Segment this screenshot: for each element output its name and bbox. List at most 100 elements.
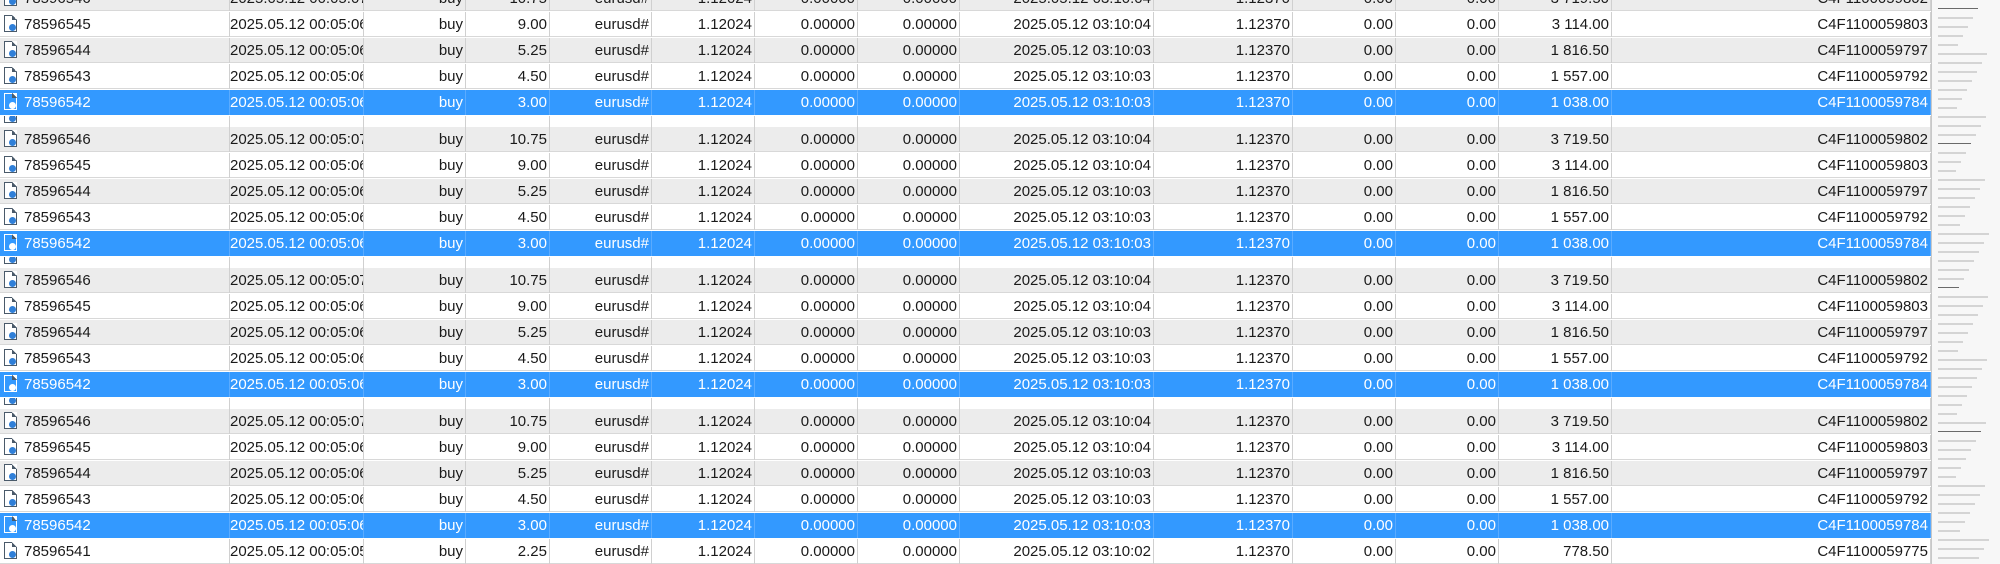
cell-tp: 0.00000 xyxy=(858,0,960,11)
thumbnail-line xyxy=(1938,107,1957,109)
cell-symbol: eurusd# xyxy=(550,127,652,152)
table-row-selected[interactable]: 78596542 2025.05.12 00:05:06 buy 3.00 eurusd… xyxy=(0,90,1931,115)
cell-commission: 0.00 xyxy=(1293,539,1396,564)
thumbnail-line xyxy=(1938,260,1974,262)
table-row[interactable]: 78596545 2025.05.12 00:05:06 buy 9.00 eurusd… xyxy=(0,153,1931,178)
cell-ticket: 78596544 xyxy=(22,38,230,63)
table-row[interactable]: 78596543 2025.05.12 00:05:06 buy 4.50 eurusd… xyxy=(0,346,1931,371)
cell-sl: 0.00000 xyxy=(755,268,858,293)
cell-profit: 1 816.50 xyxy=(1499,461,1612,486)
table-row[interactable]: 78596544 2025.05.12 00:05:06 buy 5.25 eurusd… xyxy=(0,38,1931,63)
cell-sl: 0.00000 xyxy=(755,461,858,486)
thumbnail-line xyxy=(1938,80,1972,82)
cell-close-price: 1.12370 xyxy=(1154,90,1293,115)
cell-time: 2025.05.12 00:05:06 xyxy=(230,12,364,37)
trade-document-icon xyxy=(0,38,22,63)
cell-profit: 1 557.00 xyxy=(1499,487,1612,512)
table-row[interactable]: 78596544 2025.05.12 00:05:06 buy 5.25 eurusd… xyxy=(0,461,1931,486)
cell-close-time: 2025.05.12 03:10:04 xyxy=(960,294,1154,319)
cell-comment: C4F1100059803 xyxy=(1612,294,1931,319)
table-row[interactable]: 78596543 2025.05.12 00:05:06 buy 4.50 eurusd… xyxy=(0,64,1931,89)
cell-price: 1.12024 xyxy=(652,64,755,89)
trade-document-icon xyxy=(0,513,22,538)
thumbnail-line xyxy=(1938,386,1972,388)
cell-price: 1.12024 xyxy=(652,539,755,564)
cell-comment: C4F1100059797 xyxy=(1612,38,1931,63)
cell-price: 1.12024 xyxy=(652,346,755,371)
thumbnail-line xyxy=(1938,485,1985,487)
table-row[interactable]: 785965462025.05.12 00:05:07buy10.75eurus… xyxy=(0,409,1931,434)
table-row-selected[interactable]: 78596542 2025.05.12 00:05:06 buy 3.00 eurusd… xyxy=(0,513,1931,538)
cell-close-price: 1.12370 xyxy=(1154,38,1293,63)
cell-commission: 0.00 xyxy=(1293,0,1396,11)
cell-ticket: 78596544 xyxy=(22,320,230,345)
thumbnail-line xyxy=(1938,314,1978,316)
thumbnail-line xyxy=(1938,521,1965,523)
cell-time: 2025.05.12 00:05:06 xyxy=(230,179,364,204)
cell-commission: 0.00 xyxy=(1293,90,1396,115)
cell-profit: 3 114.00 xyxy=(1499,12,1612,37)
table-row[interactable]: 78596545 2025.05.12 00:05:06 buy 9.00 eurusd… xyxy=(0,12,1931,37)
thumbnail-line xyxy=(1938,458,1966,460)
thumbnail-line xyxy=(1938,305,1983,307)
trade-document-icon xyxy=(0,346,22,371)
table-row[interactable]: 785965462025.05.12 00:05:07buy10.75eurus… xyxy=(0,0,1931,11)
cell-symbol: eurusd# xyxy=(550,513,652,538)
table-row[interactable]: 78596544 2025.05.12 00:05:06 buy 5.25 eurusd… xyxy=(0,320,1931,345)
trade-document-icon xyxy=(0,409,22,434)
table-row[interactable]: 78596545 2025.05.12 00:05:06 buy 9.00 eurusd… xyxy=(0,435,1931,460)
table-row-selected[interactable]: 78596542 2025.05.12 00:05:06 buy 3.00 eurusd… xyxy=(0,231,1931,256)
cell-close-time: 2025.05.12 03:10:04 xyxy=(960,268,1154,293)
cell-volume: 9.00 xyxy=(466,12,550,37)
cell-profit: 1 038.00 xyxy=(1499,372,1612,397)
cell-tp: 0.00000 xyxy=(858,487,960,512)
thumbnail-line xyxy=(1938,8,1978,9)
thumbnail-line xyxy=(1938,476,1956,478)
table-row[interactable]: 785965462025.05.12 00:05:07buy10.75eurus… xyxy=(0,127,1931,152)
cell-symbol: eurusd# xyxy=(550,205,652,230)
cell-type: buy xyxy=(364,90,466,115)
cell-type: buy xyxy=(364,268,466,293)
thumbnail-line xyxy=(1938,134,1976,136)
cell-time: 2025.05.12 00:05:07 xyxy=(230,268,364,293)
table-row[interactable]: 78596543 2025.05.12 00:05:06 buy 4.50 eurusd… xyxy=(0,205,1931,230)
table-row[interactable]: 78596544 2025.05.12 00:05:06 buy 5.25 eurusd… xyxy=(0,179,1931,204)
table-row-selected[interactable]: 78596542 2025.05.12 00:05:06 buy 3.00 eurusd… xyxy=(0,372,1931,397)
trade-document-icon xyxy=(0,205,22,230)
cell-close-time: 2025.05.12 03:10:03 xyxy=(960,179,1154,204)
thumbnail-line xyxy=(1938,287,1959,288)
cell-price: 1.12024 xyxy=(652,513,755,538)
thumbnail-line xyxy=(1938,449,1971,451)
cell-symbol: eurusd# xyxy=(550,409,652,434)
cell-swap: 0.00 xyxy=(1396,153,1499,178)
cell-symbol: eurusd# xyxy=(550,487,652,512)
table-row[interactable]: 78596543 2025.05.12 00:05:06 buy 4.50 eurusd… xyxy=(0,487,1931,512)
cell-close-price: 1.12370 xyxy=(1154,294,1293,319)
cell-sl: 0.00000 xyxy=(755,0,858,11)
cell-time: 2025.05.12 00:05:06 xyxy=(230,90,364,115)
thumbnail-line xyxy=(1938,530,1960,532)
cell-price: 1.12024 xyxy=(652,12,755,37)
cell-profit: 1 816.50 xyxy=(1499,179,1612,204)
cell-ticket: 78596546 xyxy=(22,409,230,434)
table-row[interactable]: 78596545 2025.05.12 00:05:06 buy 9.00 eurusd… xyxy=(0,294,1931,319)
cell-profit: 3 719.50 xyxy=(1499,268,1612,293)
table-row[interactable]: 785965462025.05.12 00:05:07buy10.75eurus… xyxy=(0,268,1931,293)
table-row[interactable]: 785965412025.05.12 00:05:05buy2.25eurusd… xyxy=(0,539,1931,564)
cell-price: 1.12024 xyxy=(652,0,755,11)
thumbnail-line xyxy=(1938,350,1958,352)
cell-ticket: 78596542 xyxy=(22,90,230,115)
thumbnail-line xyxy=(1938,377,1977,379)
thumbnail-line xyxy=(1938,143,1971,144)
cell-ticket: 78596546 xyxy=(22,0,230,11)
thumbnail-line xyxy=(1938,206,1970,208)
cell-time: 2025.05.12 00:05:06 xyxy=(230,153,364,178)
cell-sl: 0.00000 xyxy=(755,435,858,460)
cell-close-time: 2025.05.12 03:10:04 xyxy=(960,127,1154,152)
cell-commission: 0.00 xyxy=(1293,372,1396,397)
thumbnail-line xyxy=(1938,251,1979,253)
thumbnail-line xyxy=(1938,548,1984,550)
side-panel-thumbnails[interactable] xyxy=(1931,0,2000,564)
cell-close-price: 1.12370 xyxy=(1154,179,1293,204)
cell-profit: 1 816.50 xyxy=(1499,320,1612,345)
